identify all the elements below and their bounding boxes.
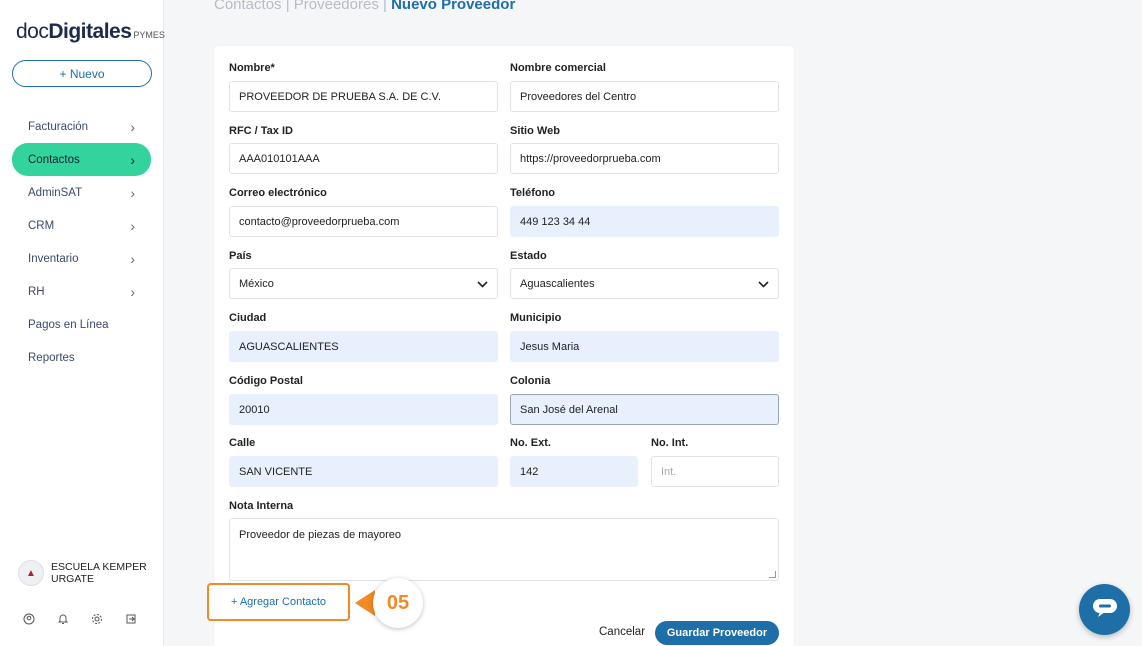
sidebar-item-label: Contactos [28,153,80,166]
colonia-field[interactable]: San José del Arenal [510,394,779,425]
sidebar-item-label: AdminSAT [28,186,83,199]
chevron-right-icon: › [130,250,135,267]
provider-form-card: Nombre* PROVEEDOR DE PRUEBA S.A. DE C.V.… [214,46,794,646]
codigo-postal-label: Código Postal [229,375,303,387]
chevron-right-icon: › [130,118,135,135]
save-provider-button[interactable]: Guardar Proveedor [655,621,779,645]
sidebar-item-label: Inventario [28,252,79,265]
logo-digitales: Digitales [48,20,132,43]
ciudad-field[interactable]: AGUASCALIENTES [229,331,498,362]
step-marker: 05 [355,578,423,628]
correo-label: Correo electrónico [229,187,327,199]
chat-bubble-icon [1092,596,1118,623]
breadcrumb-separator: | [281,0,294,13]
pais-label: País [229,250,252,262]
municipio-label: Municipio [510,312,562,324]
calle-label: Calle [229,437,256,449]
nota-interna-value: Proveedor de piezas de mayoreo [239,529,402,541]
sidebar: docDigitales PYMES + Nuevo Facturación › C… [0,0,165,646]
logout-icon[interactable] [124,612,138,626]
no-ext-label: No. Ext. [510,437,551,449]
sidebar-item-label: Pagos en Línea [28,318,109,331]
school-avatar: ▲ [18,560,44,586]
estado-select[interactable]: Aguascalientes [510,268,779,299]
no-int-field[interactable]: Int. [651,456,779,487]
correo-field[interactable]: contacto@proveedorprueba.com [229,206,498,237]
rfc-field[interactable]: AAA010101AAA [229,143,498,174]
chevron-down-icon [477,277,488,291]
ciudad-label: Ciudad [229,312,267,324]
chevron-right-icon: › [130,184,135,201]
sidebar-item-label: Reportes [28,351,75,364]
chat-button[interactable] [1079,584,1130,635]
sitio-web-field[interactable]: https://proveedorprueba.com [510,143,779,174]
sidebar-item-crm[interactable]: CRM › [12,209,151,242]
sidebar-item-pagos[interactable]: Pagos en Línea [12,308,151,341]
sidebar-item-contactos[interactable]: Contactos › [12,143,151,176]
sidebar-item-inventario[interactable]: Inventario › [12,242,151,275]
add-contact-button[interactable]: + Agregar Contacto [207,583,350,621]
nombre-field[interactable]: PROVEEDOR DE PRUEBA S.A. DE C.V. [229,81,498,112]
sidebar-item-label: RH [28,285,45,298]
sidebar-item-label: Facturación [28,120,89,133]
breadcrumb-proveedores[interactable]: Proveedores [294,0,379,13]
rfc-label: RFC / Tax ID [229,125,293,137]
logo-doc: doc [16,20,49,43]
app-logo[interactable]: docDigitales PYMES [16,20,165,44]
bell-icon[interactable] [56,612,70,626]
estado-label: Estado [510,250,547,262]
step-number: 05 [373,578,423,628]
colonia-label: Colonia [510,375,551,387]
chevron-right-icon: › [130,283,135,300]
gear-icon[interactable] [90,612,104,626]
resize-handle-icon[interactable] [769,571,776,578]
municipio-field[interactable]: Jesus Maria [510,331,779,362]
pais-selected-value: México [239,277,274,290]
breadcrumb-current: Nuevo Proveedor [391,0,516,13]
chevron-right-icon: › [130,217,135,234]
telefono-field[interactable]: 449 123 34 44 [510,206,779,237]
pais-select[interactable]: México [229,268,498,299]
sidebar-item-reportes[interactable]: Reportes [12,341,151,374]
codigo-postal-field[interactable]: 20010 [229,394,498,425]
nota-interna-label: Nota Interna [229,500,294,512]
telefono-label: Teléfono [510,187,556,199]
step-pointer-icon [355,590,375,616]
nombre-label: Nombre* [229,62,275,74]
sidebar-item-adminsat[interactable]: AdminSAT › [12,176,151,209]
nombre-comercial-field[interactable]: Proveedores del Centro [510,81,779,112]
school-name: ESCUELA KEMPER URGATE [51,561,147,585]
bottom-toolbar [22,612,138,626]
user-circle-icon[interactable] [22,612,36,626]
calle-field[interactable]: SAN VICENTE [229,456,498,487]
sidebar-item-rh[interactable]: RH › [12,275,151,308]
nota-interna-textarea[interactable]: Proveedor de piezas de mayoreo [229,518,779,581]
sidebar-nav: Facturación › Contactos › AdminSAT › CRM › I… [12,110,151,374]
breadcrumb: Contactos | Proveedores | Nuevo Proveedo… [214,0,515,13]
no-ext-field[interactable]: 142 [510,456,638,487]
estado-selected-value: Aguascalientes [520,277,595,290]
nombre-comercial-label: Nombre comercial [510,62,606,74]
new-button[interactable]: + Nuevo [12,60,152,87]
breadcrumb-separator: | [378,0,392,13]
sitio-web-label: Sitio Web [510,125,560,137]
chevron-right-icon: › [130,151,135,168]
sidebar-item-label: CRM [28,219,55,232]
logo-pymes: PYMES [133,30,165,40]
school-profile[interactable]: ▲ ESCUELA KEMPER URGATE [18,560,151,586]
cancel-button[interactable]: Cancelar [599,626,645,638]
sidebar-item-facturacion[interactable]: Facturación › [12,110,151,143]
no-int-label: No. Int. [651,437,689,449]
breadcrumb-contactos[interactable]: Contactos [214,0,282,13]
chevron-down-icon [758,277,769,291]
